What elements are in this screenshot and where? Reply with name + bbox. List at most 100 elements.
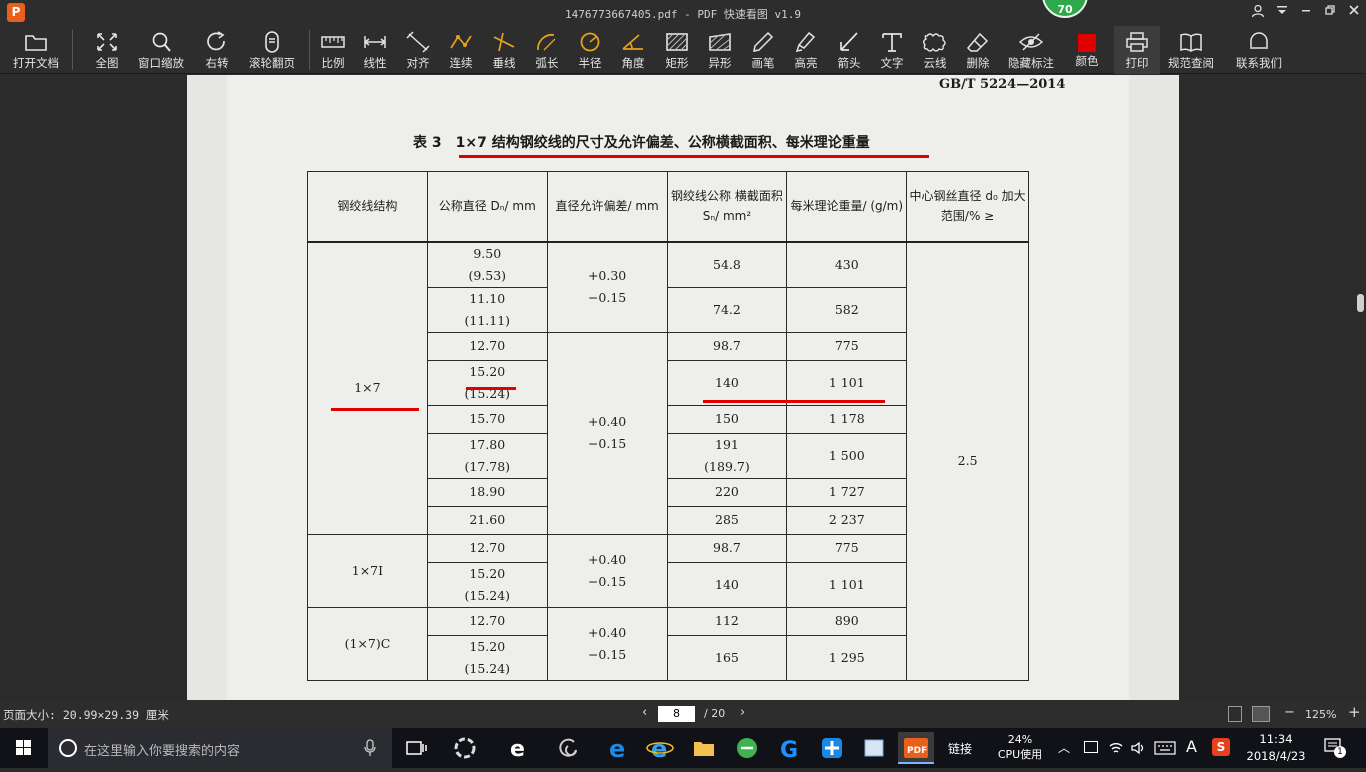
toolbar-label: 打印: [1125, 56, 1149, 70]
pdf-viewer-task-icon[interactable]: PDF: [898, 732, 934, 764]
menu-dropdown-icon[interactable]: [1272, 4, 1292, 22]
close-icon[interactable]: [1344, 4, 1364, 22]
zoom-out-icon[interactable]: −: [1284, 705, 1295, 720]
structure-cell: 1×7I: [307, 533, 428, 608]
toolbar-label: 线性: [363, 56, 387, 70]
pinwheel-app-icon[interactable]: [449, 732, 481, 764]
area-cell: 150: [666, 404, 788, 434]
swirl-app-icon[interactable]: [552, 732, 584, 764]
blue-tool-icon[interactable]: [816, 732, 848, 764]
text-button[interactable]: 文字: [874, 26, 910, 74]
volume-icon[interactable]: [1130, 740, 1146, 756]
svg-text:PDF: PDF: [907, 746, 927, 756]
aligned-button[interactable]: 对齐: [400, 26, 436, 74]
highlight-button[interactable]: 高亮: [788, 26, 824, 74]
vertical-scrollbar[interactable]: [1357, 294, 1364, 312]
input-method-indicator[interactable]: A: [1186, 737, 1197, 756]
radius-button[interactable]: 半径: [572, 26, 608, 74]
color-swatch-icon: [1078, 34, 1096, 52]
show-hidden-icons-icon[interactable]: ︿: [1058, 739, 1070, 756]
user-icon[interactable]: [1248, 4, 1268, 22]
toolbar-label: 云线: [923, 56, 947, 70]
area-cell: 165: [666, 634, 788, 681]
toolbar-label: 弧长: [535, 56, 559, 70]
pdf-page: GB/T 5224—2014 表 3 1×7 结构钢绞线的尺寸及允许偏差、公称横截…: [187, 75, 1179, 700]
angle-icon: [622, 34, 643, 50]
fit-page-button[interactable]: 全图: [87, 26, 127, 74]
hide-markup-button[interactable]: 隐藏标注: [1004, 26, 1058, 74]
rotate-right-button[interactable]: 右转: [197, 26, 237, 74]
g-app-icon[interactable]: G: [773, 732, 805, 764]
standards-lookup-button[interactable]: 规范查阅: [1164, 26, 1218, 74]
print-button[interactable]: 打印: [1114, 26, 1160, 74]
ie-browser-icon[interactable]: e: [502, 732, 534, 764]
diameter-cell: 9.50 (9.53): [426, 241, 548, 288]
zoom-level[interactable]: 125%: [1305, 708, 1336, 721]
toolbar-label: 异形: [708, 56, 732, 70]
area-cell: 140: [666, 359, 788, 406]
toolbar-label: 角度: [621, 56, 645, 70]
cloud-line-button[interactable]: 云线: [917, 26, 953, 74]
next-page-icon[interactable]: ›: [740, 705, 745, 720]
scale-button[interactable]: 比例: [316, 26, 350, 74]
open-document-button[interactable]: 打开文档: [6, 26, 66, 74]
pen-icon: [753, 31, 774, 52]
delete-button[interactable]: 删除: [960, 26, 996, 74]
ie-blue-icon[interactable]: e: [644, 732, 676, 764]
clock[interactable]: 11:34 2018/4/23: [1240, 731, 1312, 765]
diameter-cell: 21.60: [426, 505, 548, 535]
zoom-in-icon[interactable]: +: [1348, 703, 1361, 721]
weight-cell: 582: [786, 286, 908, 333]
windows-taskbar: 在这里输入你要搜索的内容 e e e G PDF 链接 24% CPU使用 ︿ A…: [0, 728, 1366, 768]
perpendicular-button[interactable]: 垂线: [486, 26, 522, 74]
wifi-icon[interactable]: [1108, 740, 1124, 756]
page-number-input[interactable]: 8: [658, 706, 695, 722]
file-explorer-icon[interactable]: [688, 732, 720, 764]
color-button[interactable]: 颜色: [1068, 26, 1106, 74]
keyboard-icon[interactable]: [1154, 741, 1176, 755]
polygon-button[interactable]: 异形: [702, 26, 738, 74]
continuous-button[interactable]: 连续: [443, 26, 479, 74]
continuous-view-icon[interactable]: [1252, 706, 1270, 722]
linear-button[interactable]: 线性: [357, 26, 393, 74]
edge-browser-icon[interactable]: e: [602, 732, 634, 764]
arrow-button[interactable]: 箭头: [831, 26, 867, 74]
task-view-icon[interactable]: [400, 732, 432, 764]
angle-button[interactable]: 角度: [615, 26, 651, 74]
screenshot-app-icon[interactable]: [858, 732, 890, 764]
rectangle-button[interactable]: 矩形: [659, 26, 695, 74]
toolbar-label: 连续: [449, 56, 473, 70]
taskbar-search-box[interactable]: 在这里输入你要搜索的内容: [48, 728, 392, 768]
cpu-monitor[interactable]: 24% CPU使用: [990, 732, 1050, 762]
brush-button[interactable]: 画笔: [745, 26, 781, 74]
toolbar-label: 箭头: [837, 56, 861, 70]
data-table: 钢绞线结构 公称直径 Dₙ/ mm 直径允许偏差/ mm 钢绞线公称 横截面积 Sₙ/…: [307, 171, 1029, 681]
sogou-ime-icon[interactable]: S: [1212, 738, 1230, 756]
toolbar-label: 文字: [880, 56, 904, 70]
column-header: 每米理论重量/ (g/m): [786, 171, 908, 242]
microphone-icon[interactable]: [364, 739, 376, 757]
start-button[interactable]: [0, 728, 48, 768]
link-label[interactable]: 链接: [948, 740, 972, 757]
clock-date: 2018/4/23: [1246, 749, 1306, 763]
prev-page-icon[interactable]: ‹: [642, 705, 647, 720]
minimize-icon[interactable]: [1296, 4, 1316, 22]
arc-length-button[interactable]: 弧长: [529, 26, 565, 74]
column-header: 钢绞线公称 横截面积 Sₙ/ mm²: [666, 171, 788, 242]
battery-icon[interactable]: [1084, 741, 1098, 753]
wheel-page-button[interactable]: 滚轮翻页: [244, 26, 300, 74]
toolbar-label: 对齐: [406, 56, 430, 70]
360-browser-icon[interactable]: [731, 732, 763, 764]
action-center-icon[interactable]: 1: [1324, 738, 1346, 758]
toolbar-label: 全图: [95, 56, 119, 70]
zoom-window-icon: [152, 32, 171, 52]
continuous-measure-icon: [450, 35, 472, 49]
table-row: 1×7 9.50 (9.53) +0.30 −0.15 54.8 430 2.5: [307, 241, 1029, 681]
single-page-view-icon[interactable]: [1228, 706, 1242, 722]
standard-number: GB/T 5224—2014: [939, 77, 1066, 92]
toolbar-label: 联系我们: [1236, 56, 1282, 70]
diameter-cell: 17.80 (17.78): [426, 432, 548, 479]
contact-us-button[interactable]: 联系我们: [1230, 26, 1288, 74]
zoom-window-button[interactable]: 窗口缩放: [134, 26, 188, 74]
restore-icon[interactable]: [1320, 4, 1340, 22]
